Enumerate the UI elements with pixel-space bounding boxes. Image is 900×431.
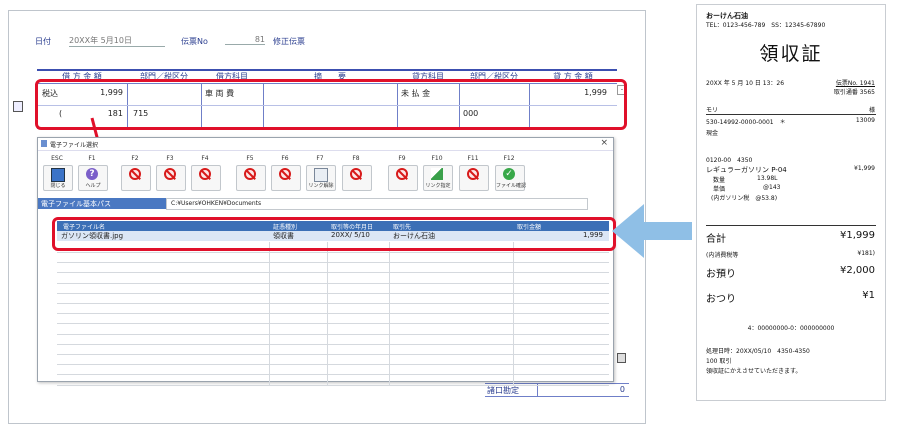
unlink-icon	[314, 168, 328, 182]
empty-table-row[interactable]	[57, 374, 609, 386]
receipt-qty-label: 数量	[713, 177, 726, 184]
receipt-txn: 取引通番 3565	[833, 89, 875, 96]
fkey-button-f4[interactable]	[191, 165, 221, 191]
fkey-label-f2: F2	[131, 155, 139, 162]
receipt-change-label: おつり	[706, 294, 736, 305]
help-icon: ?	[86, 168, 98, 180]
receipt-card: 530-14992-0000-0001 ＊	[706, 119, 786, 126]
receipt-divider-total	[706, 225, 876, 226]
receipt-card-no: 13009	[855, 117, 875, 124]
receipt-tax: ¥181)	[857, 250, 875, 257]
receipt-datetime: 20XX 年 5 月 10 日 13：26	[706, 80, 785, 87]
disabled-icon	[467, 168, 479, 180]
fkey-label-f3: F3	[166, 155, 174, 162]
fkey-button-f1[interactable]: ? ヘルプ	[78, 165, 108, 191]
receipt-divider	[706, 114, 876, 115]
receipt-payment: 現金	[706, 130, 719, 137]
receipt: おーけん石油 TEL：0123-456-789 SS：12345-67890 領…	[696, 4, 886, 401]
receipt-tel: TEL：0123-456-789 SS：12345-67890	[706, 22, 826, 29]
receipt-title: 領収証	[759, 43, 823, 65]
disabled-icon	[164, 168, 176, 180]
fkey-button-f6[interactable]	[271, 165, 301, 191]
fkey-label-f10: F10	[431, 155, 443, 162]
receipt-received: ¥2,000	[840, 265, 875, 276]
dialog-title: 電子ファイル選択	[50, 142, 99, 149]
disabled-icon	[244, 168, 256, 180]
fkey-button-f5[interactable]	[236, 165, 266, 191]
file-row-highlight-box	[52, 217, 616, 251]
receipt-gas-tax: (内ガソリン税 @53.8)	[711, 195, 778, 202]
path-label: 電子ファイル基本パス	[41, 200, 111, 208]
file-select-dialog: 電子ファイル選択 × ESC 閉じる F1? ヘルプ F2 F3 F4 F5 F6 F7 リンク解除…	[37, 137, 616, 386]
fkey-caption: リンク解除	[308, 183, 334, 189]
path-field[interactable]: C:¥Users¥OHKEN¥Documents	[166, 198, 588, 210]
fkey-button-f3[interactable]	[156, 165, 186, 191]
receipt-unit-label: 単価	[713, 186, 726, 193]
path-value: C:¥Users¥OHKEN¥Documents	[171, 200, 262, 207]
fkey-caption: ファイル確認	[496, 183, 527, 189]
fkey-label-f1: F1	[88, 155, 96, 162]
receipt-note: 領収証にかえさせていただきます。	[706, 368, 802, 375]
fkey-label-f9: F9	[398, 155, 406, 162]
arrow-icon	[612, 204, 692, 258]
path-label-box: 電子ファイル基本パス	[38, 198, 166, 209]
fkey-label-f4: F4	[201, 155, 209, 162]
receipt-qty: 13.98L	[757, 175, 778, 182]
dialog-app-icon	[41, 140, 47, 147]
fkey-label-f8: F8	[352, 155, 360, 162]
receipt-change: ¥1	[862, 290, 875, 301]
receipt-total-label: 合計	[706, 234, 726, 245]
exit-icon	[51, 168, 65, 182]
fkey-button-f10[interactable]: リンク指定	[423, 165, 453, 191]
receipt-product-amount: ¥1,999	[854, 165, 875, 172]
fkey-button-f7[interactable]: リンク解除	[306, 165, 336, 191]
fkey-label-f12: F12	[503, 155, 515, 162]
fkey-label-f7: F7	[316, 155, 324, 162]
disabled-icon	[279, 168, 291, 180]
disabled-icon	[129, 168, 141, 180]
check-icon: ✓	[503, 168, 515, 180]
receipt-terminal: 4：00000000-0：000000000	[747, 325, 835, 332]
disabled-icon	[396, 168, 408, 180]
fkey-button-esc[interactable]: 閉じる	[43, 165, 73, 191]
receipt-slip-no: 伝票No. 1941	[835, 80, 875, 87]
fkey-label-f5: F5	[246, 155, 254, 162]
receipt-honorific: 様	[868, 107, 875, 114]
receipt-processed: 処理日時：20XX/05/10 4350-4350	[706, 348, 810, 355]
receipt-product: レギュラーガソリン P-04	[706, 166, 787, 174]
fkey-label-f11: F11	[467, 155, 479, 162]
receipt-unit: @143	[763, 184, 781, 191]
disabled-icon	[350, 168, 362, 180]
receipt-total: ¥1,999	[840, 230, 875, 241]
fkey-caption: ヘルプ	[85, 183, 101, 189]
receipt-received-label: お預り	[706, 269, 736, 280]
fkey-caption: 閉じる	[50, 183, 66, 189]
fkey-button-f2[interactable]	[121, 165, 151, 191]
close-icon[interactable]: ×	[600, 138, 608, 148]
receipt-tax-label: (内消費税等	[706, 252, 739, 259]
receipt-count: 100 取引	[706, 358, 732, 365]
receipt-code: 0120-00 4350	[706, 157, 753, 164]
disabled-icon	[199, 168, 211, 180]
fkey-button-f8[interactable]	[342, 165, 372, 191]
fkey-button-f12[interactable]: ✓ ファイル確認	[495, 165, 527, 191]
receipt-name: モリ	[706, 107, 719, 114]
fkey-button-f9[interactable]	[388, 165, 418, 191]
fkey-label-f6: F6	[281, 155, 289, 162]
fkey-label-esc: ESC	[51, 155, 63, 162]
fkey-caption: リンク指定	[425, 183, 451, 189]
dialog-titlebar: 電子ファイル選択 ×	[38, 138, 613, 151]
fkey-button-f11[interactable]	[459, 165, 489, 191]
link-icon	[431, 168, 443, 180]
